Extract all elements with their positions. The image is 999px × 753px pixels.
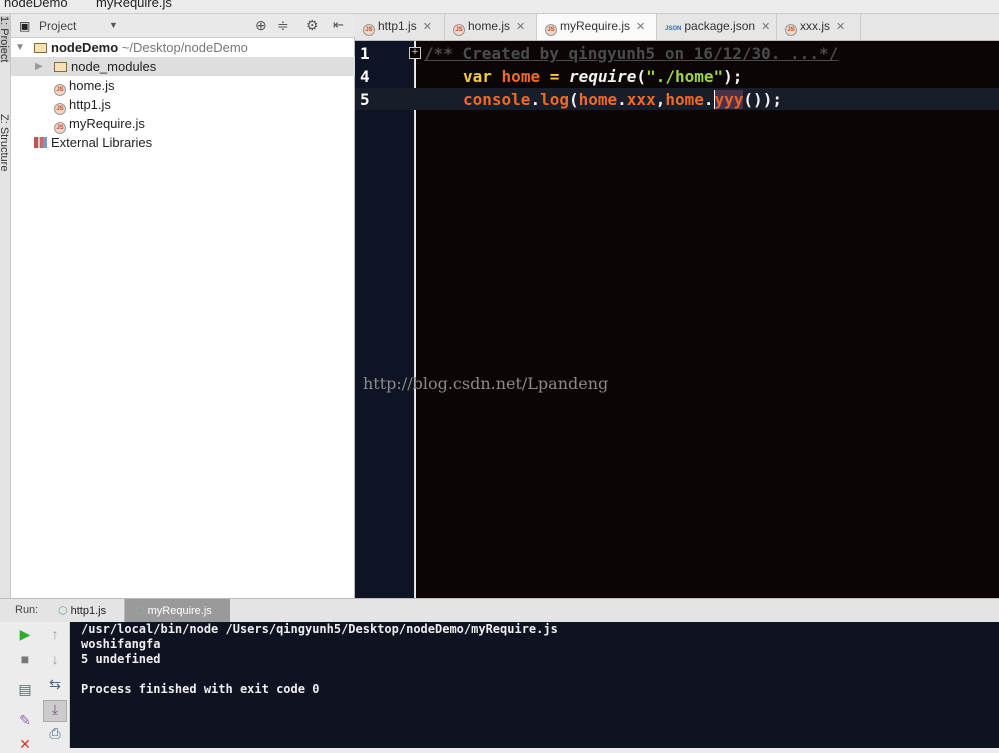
run-label: Run: (15, 604, 39, 616)
project-tree: ▼ nodeDemo ~/Desktop/nodeDemo ▶ node_mod… (11, 38, 355, 598)
tab-label: xxx.js (800, 19, 830, 33)
console-line: /usr/local/bin/node /Users/qingyunh5/Des… (81, 622, 558, 636)
library-icon (34, 137, 47, 148)
editor-gutter (355, 41, 415, 598)
code-comment: /** Created by qingyunh5 on 16/12/30. ..… (424, 44, 839, 63)
close-icon[interactable]: ✕ (15, 736, 35, 753)
layout-icon[interactable]: ▤ (15, 681, 35, 698)
root-name: nodeDemo (51, 40, 119, 55)
js-file-icon: JS (453, 24, 465, 36)
hide-panel-icon[interactable]: ⇤ (333, 17, 344, 33)
gear-icon[interactable]: ⚙ (306, 17, 319, 34)
run-toolbar: ▶ ■ ▤ ✎ ✕ ↑ ↓ ⇆ ⤓ ⎙ (0, 622, 70, 752)
chevron-down-icon[interactable]: ▼ (109, 20, 118, 30)
project-panel-header: ▣ Project ▼ ⊕ ≑ ⚙ ⇤ (11, 14, 355, 38)
tab-label: myRequire.js (560, 19, 631, 33)
js-file-icon: JS (785, 24, 797, 36)
breadcrumb-item[interactable]: nodeDemo (4, 0, 68, 10)
tree-item-home[interactable]: JS home.js (11, 76, 355, 96)
arrow-down-icon[interactable]: ↓ (45, 651, 65, 667)
tree-root[interactable]: ▼ nodeDemo ~/Desktop/nodeDemo (11, 38, 355, 57)
js-file-icon: JS (363, 24, 375, 36)
tool-window-strip: 1: Project Z: Structure (0, 14, 11, 598)
run-tab-myrequire[interactable]: ⬡ myRequire.js (125, 599, 230, 622)
tab-label: http1.js (378, 19, 417, 33)
project-icon: ▣ (19, 19, 31, 33)
collapse-icon[interactable]: ≑ (277, 17, 289, 34)
tab-myrequire[interactable]: JS myRequire.js ✕ (537, 14, 657, 40)
run-tab-label: myRequire.js (147, 605, 212, 617)
folder-icon (34, 43, 47, 53)
code-editor[interactable] (416, 41, 999, 598)
tree-item-external-libraries[interactable]: External Libraries (11, 133, 355, 152)
code-line-4: var home = require("./home"); (463, 67, 743, 86)
code-line-5: console.log(home.xxx,home.yyy()); (463, 90, 782, 109)
run-tool-bar: Run: ⬡ http1.js ⬡ myRequire.js (0, 598, 999, 622)
watermark: http://blog.csdn.net/Lpandeng (363, 374, 609, 393)
close-icon[interactable]: ✕ (636, 21, 645, 33)
item-label: External Libraries (51, 135, 153, 150)
close-icon[interactable]: ✕ (761, 21, 770, 33)
run-tab-label: http1.js (70, 605, 107, 617)
js-file-icon: JS (545, 24, 557, 36)
close-icon[interactable]: ✕ (423, 21, 432, 33)
tab-xxx[interactable]: JS xxx.js ✕ (777, 14, 861, 40)
breadcrumb: nodeDemo myRequire.js (0, 0, 999, 14)
folder-icon (54, 62, 67, 72)
json-file-icon: JSON (665, 26, 682, 32)
item-label: http1.js (69, 97, 111, 112)
close-icon[interactable]: ✕ (516, 21, 525, 33)
line-number: 1 (360, 44, 370, 63)
node-icon: ⬡ (58, 605, 68, 617)
chevron-right-icon[interactable]: ▶ (35, 57, 43, 76)
tab-home[interactable]: JS home.js ✕ (445, 14, 537, 40)
item-label: home.js (69, 78, 115, 93)
editor-tabs: JS http1.js ✕ JS home.js ✕ JS myRequire.js ✕ J… (355, 14, 999, 41)
tree-item-myrequire[interactable]: JS myRequire.js (11, 114, 355, 134)
tree-item-node-modules[interactable]: ▶ node_modules (11, 57, 355, 76)
pin-icon[interactable]: ✎ (15, 712, 35, 729)
locate-icon[interactable]: ⊕ (255, 17, 267, 34)
root-path: ~/Desktop/nodeDemo (121, 40, 248, 55)
line-number: 4 (360, 67, 370, 86)
tab-http1[interactable]: JS http1.js ✕ (355, 14, 445, 40)
console-line: Process finished with exit code 0 (81, 682, 320, 696)
tree-item-http1[interactable]: JS http1.js (11, 95, 355, 115)
tab-structure-tool[interactable]: Z: Structure (0, 114, 10, 171)
run-tab-http1[interactable]: ⬡ http1.js (48, 599, 125, 622)
console-line: 5 undefined (81, 652, 161, 666)
tab-label: package.json (684, 19, 756, 33)
project-view-select[interactable]: Project (39, 19, 76, 33)
node-icon: ⬡ (135, 605, 145, 617)
close-icon[interactable]: ✕ (836, 21, 845, 33)
line-number: 5 (360, 90, 370, 109)
run-icon[interactable]: ▶ (15, 626, 35, 643)
stop-icon[interactable]: ■ (15, 651, 35, 667)
item-label: myRequire.js (69, 116, 145, 131)
item-label: node_modules (71, 59, 157, 74)
fold-expand-icon[interactable]: + (409, 47, 421, 59)
tab-package-json[interactable]: JSON package.json ✕ (657, 14, 777, 40)
breadcrumb-item[interactable]: myRequire.js (96, 0, 172, 10)
arrow-up-icon[interactable]: ↑ (45, 626, 65, 642)
soft-wrap-icon[interactable]: ⇆ (45, 676, 65, 693)
console-line: woshifangfa (81, 637, 161, 651)
tab-label: home.js (468, 19, 511, 33)
tab-project-tool[interactable]: 1: Project (0, 16, 10, 63)
console-output[interactable]: /usr/local/bin/node /Users/qingyunh5/Des… (70, 622, 999, 748)
scroll-to-end-icon[interactable]: ⤓ (43, 700, 67, 722)
print-icon[interactable]: ⎙ (45, 725, 65, 742)
